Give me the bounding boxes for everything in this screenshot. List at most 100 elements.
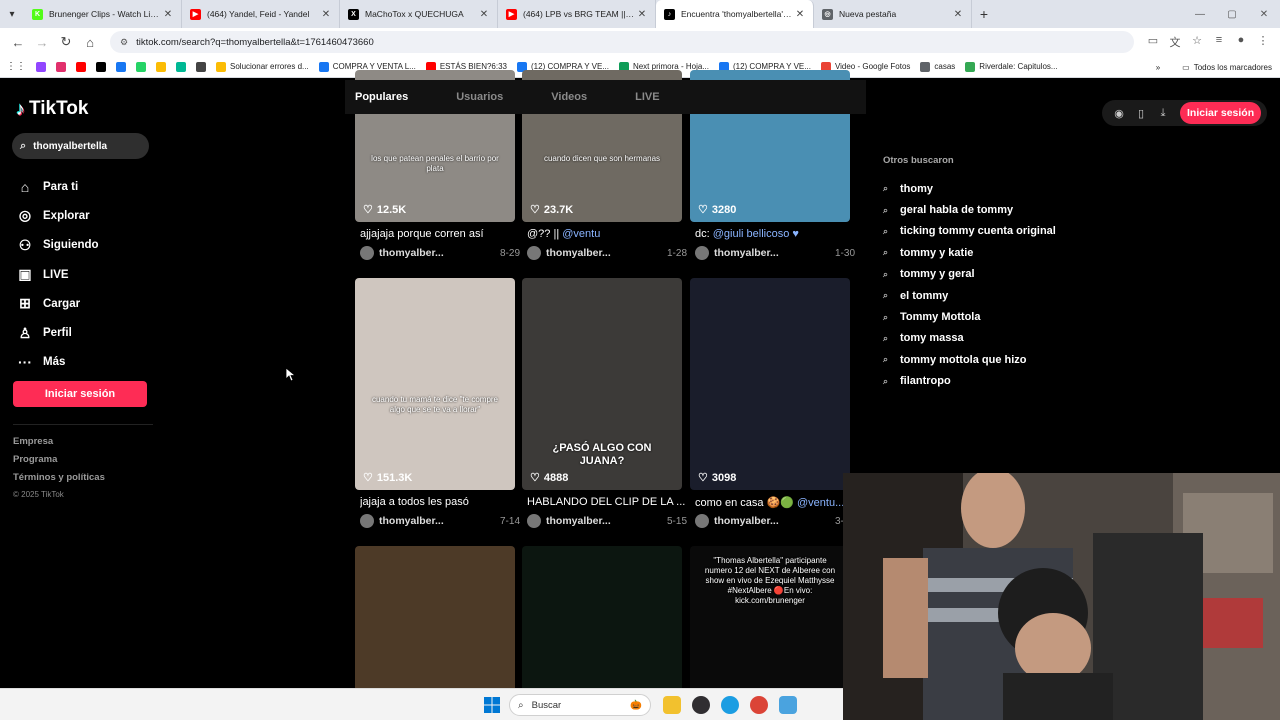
tab-populares[interactable]: Populares — [355, 91, 408, 103]
bookmark-item[interactable]: casas — [920, 61, 955, 72]
video-author-row[interactable]: thomyalber... 8-29 — [360, 246, 520, 260]
forward-icon[interactable]: → — [30, 30, 54, 54]
mention-link[interactable]: @giuli bellicoso ♥ — [713, 228, 799, 240]
video-thumbnail[interactable]: ¿PASÓ ALGO CON JUANA? ♡ 4888 — [522, 278, 682, 490]
tab-usuarios[interactable]: Usuarios — [456, 91, 503, 103]
tab-live[interactable]: LIVE — [635, 91, 659, 103]
suggestion-item[interactable]: ⌕ tommy y katie — [883, 242, 1056, 263]
search-icon: ⌕ — [883, 204, 889, 215]
bookmark-item[interactable] — [176, 61, 190, 72]
suggestion-item[interactable]: ⌕ tommy y geral — [883, 264, 1056, 285]
browser-tab[interactable]: X MaChoTox x QUECHUGA ✕ — [340, 0, 498, 28]
tab-close-icon[interactable]: ✕ — [951, 9, 965, 20]
bookmark-item[interactable] — [156, 61, 170, 72]
video-thumbnail[interactable]: ♡ 3098 — [690, 278, 850, 490]
video-description[interactable]: como en casa 🍪🟢 @ventu... — [695, 496, 855, 509]
mention-link[interactable]: @ventu — [562, 228, 600, 240]
browser-tab[interactable]: ▶ (464) Yandel, Feid - Yandel ✕ — [182, 0, 340, 28]
overflow-chevron-icon[interactable]: » — [1156, 63, 1160, 72]
suggestion-item[interactable]: ⌕ tommy mottola que hizo — [883, 349, 1056, 370]
media-icon[interactable]: ≡ — [1208, 34, 1230, 50]
tab-videos[interactable]: Videos — [551, 91, 587, 103]
close-window-icon[interactable]: ✕ — [1248, 0, 1280, 28]
obs-icon[interactable] — [692, 696, 710, 714]
bookmark-item[interactable] — [36, 61, 50, 72]
download-icon[interactable]: ⤓ — [1152, 107, 1174, 120]
bookmark-item[interactable] — [56, 61, 70, 72]
maximize-icon[interactable]: ▢ — [1216, 0, 1248, 28]
taskbar-search[interactable]: ⌕ Buscar 🎃 — [509, 694, 651, 716]
tab-search-chevron-icon[interactable]: ▾ — [0, 0, 24, 28]
browser-tab[interactable]: ◎ Nueva pestaña ✕ — [814, 0, 972, 28]
video-thumbnail[interactable] — [355, 546, 515, 696]
browser-tab[interactable]: ♪ Encuentra 'thomyalbertella' en ✕ — [656, 0, 814, 28]
video-author-row[interactable]: thomyalber... 1-30 — [695, 246, 855, 260]
tab-close-icon[interactable]: ✕ — [793, 9, 807, 20]
like-count: ♡ 12.5K — [363, 203, 406, 217]
video-description[interactable]: ajjajaja porque corren así — [360, 228, 520, 240]
tab-close-icon[interactable]: ✕ — [635, 9, 649, 20]
mention-link[interactable]: @ventu... — [797, 497, 844, 509]
video-description[interactable]: jajaja a todos les pasó — [360, 496, 520, 508]
suggestion-item[interactable]: ⌕ geral habla de tommy — [883, 199, 1056, 220]
bookmark-item[interactable] — [76, 61, 90, 72]
file-explorer-icon[interactable] — [663, 696, 681, 714]
bookmark-item[interactable] — [136, 61, 150, 72]
suggestion-item[interactable]: ⌕ el tommy — [883, 285, 1056, 306]
minimize-icon[interactable]: — — [1184, 0, 1216, 28]
suggestion-item[interactable]: ⌕ ticking tommy cuenta original — [883, 221, 1056, 242]
bookmark-item[interactable]: Riverdale: Capitulos... — [965, 61, 1058, 72]
translate-icon[interactable]: 文 — [1164, 34, 1186, 50]
windows-start-icon[interactable] — [484, 697, 500, 713]
profile-avatar-icon[interactable]: ● — [1230, 34, 1252, 50]
suggestion-label: ticking tommy cuenta original — [900, 225, 1056, 238]
video-thumbnail[interactable] — [522, 546, 682, 696]
bookmark-item[interactable] — [116, 61, 130, 72]
bookmark-item[interactable]: Solucionar errores d... — [216, 61, 309, 72]
video-author-row[interactable]: thomyalber... 1-28 — [527, 246, 687, 260]
site-info-icon[interactable]: ⚙ — [120, 37, 128, 48]
home-page-icon[interactable]: ⌂ — [78, 30, 102, 54]
heart-icon: ♡ — [530, 204, 540, 216]
tab-close-icon[interactable]: ✕ — [319, 9, 333, 20]
video-description[interactable]: HABLANDO DEL CLIP DE LA ... — [527, 496, 687, 508]
reload-icon[interactable]: ↻ — [54, 30, 78, 54]
video-thumbnail[interactable]: cuando tu mamá te dice "te compre algo q… — [355, 278, 515, 490]
video-description[interactable]: @?? || @ventu — [527, 228, 687, 240]
tab-close-icon[interactable]: ✕ — [161, 9, 175, 20]
tab-close-icon[interactable]: ✕ — [477, 9, 491, 20]
all-bookmarks[interactable]: » ▭ Todos los marcadores — [1156, 56, 1272, 77]
video-author-row[interactable]: thomyalber...3-16 — [695, 514, 855, 528]
browser-tab[interactable]: ▶ (464) LPB vs BRG TEAM || PATA✕ — [498, 0, 656, 28]
avatar — [527, 514, 541, 528]
suggestion-item[interactable]: ⌕ Tommy Mottola — [883, 306, 1056, 327]
bookmark-favicon-icon — [216, 61, 226, 72]
url-field[interactable]: ⚙ tiktok.com/search?q=thomyalbertella&t=… — [110, 31, 1134, 53]
header-login-button[interactable]: Iniciar sesión — [1180, 102, 1262, 124]
suggestion-item[interactable]: ⌕ filantropo — [883, 371, 1056, 392]
phone-app-icon[interactable]: ▯ — [1130, 107, 1152, 120]
video-thumbnail[interactable]: "Thomas Albertella" participante numero … — [690, 546, 850, 696]
suggestion-label: tomy massa — [900, 332, 964, 345]
cast-icon[interactable]: ▭ — [1142, 34, 1164, 50]
bookmark-star-icon[interactable]: ☆ — [1186, 34, 1208, 50]
video-author-row[interactable]: thomyalber... 7-14 — [360, 514, 520, 528]
suggestion-item[interactable]: ⌕ thomy — [883, 178, 1056, 199]
browser-menu-icon[interactable]: ⋮ — [1252, 34, 1274, 50]
browser-tab-bar: ▾ K Brunenger Clips - Watch Live o ✕ ▶ (464)… — [0, 0, 1280, 28]
new-tab-button[interactable]: + — [972, 6, 996, 22]
edge-icon[interactable] — [721, 696, 739, 714]
heart-icon: ♡ — [698, 472, 708, 484]
author-name: thomyalber... — [546, 515, 611, 527]
browser-tab[interactable]: K Brunenger Clips - Watch Live o ✕ — [24, 0, 182, 28]
apps-grid-icon[interactable]: ⋮⋮ — [6, 61, 26, 72]
suggestion-item[interactable]: ⌕ tomy massa — [883, 328, 1056, 349]
bookmark-item[interactable] — [196, 61, 210, 72]
video-author-row[interactable]: thomyalber... 5-15 — [527, 514, 687, 528]
video-description[interactable]: dc: @giuli bellicoso ♥ — [695, 228, 855, 240]
coins-icon[interactable]: ◉ — [1108, 107, 1130, 120]
bookmark-item[interactable] — [96, 61, 110, 72]
notepad-icon[interactable] — [779, 696, 797, 714]
back-icon[interactable]: ← — [6, 30, 30, 54]
chrome-icon[interactable] — [750, 696, 768, 714]
